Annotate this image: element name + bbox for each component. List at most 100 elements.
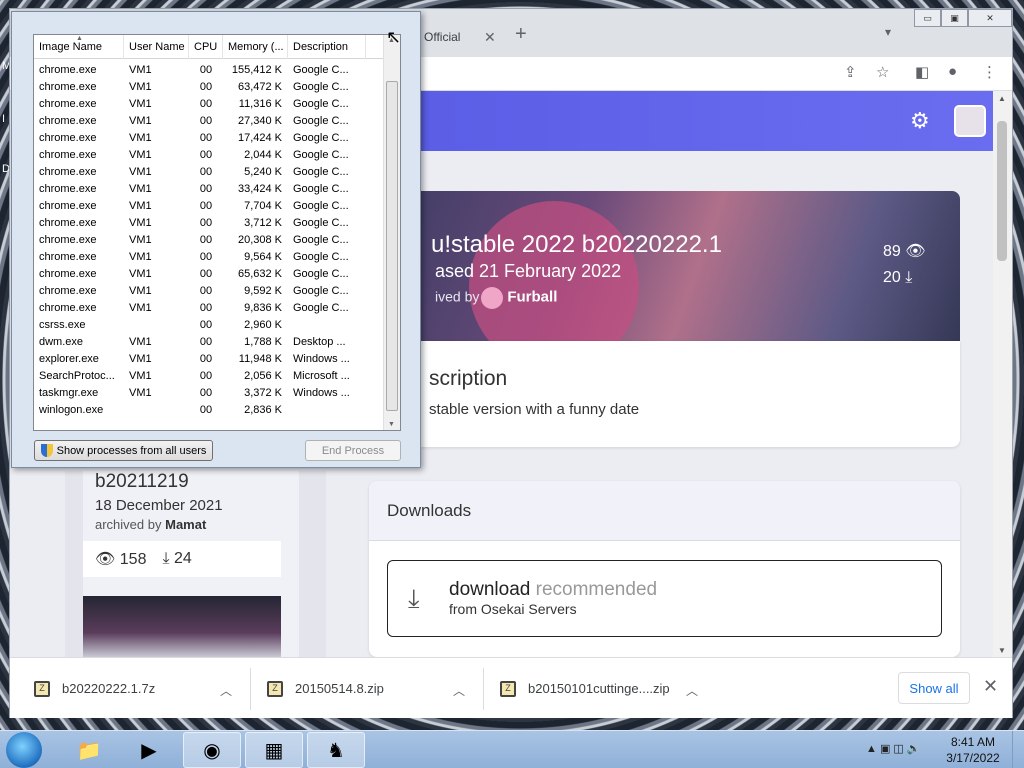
archiver-name: Mamat	[165, 517, 207, 532]
download-item[interactable]: Z b20220222.1.7z	[34, 658, 155, 719]
end-process-button[interactable]: End Process	[305, 440, 401, 461]
process-cell: Google C...	[293, 267, 349, 280]
process-row[interactable]: chrome.exe VM1 00 3,712 K Google C...	[34, 214, 384, 231]
process-cell: Google C...	[293, 148, 349, 161]
process-cell: 00	[199, 80, 213, 93]
process-row[interactable]: chrome.exe VM1 00 5,240 K Google C...	[34, 163, 384, 180]
process-cell: 00	[199, 301, 213, 314]
start-button[interactable]	[6, 732, 42, 768]
maximize-button[interactable]: ▣	[941, 9, 968, 27]
process-row[interactable]: chrome.exe VM1 00 17,424 K Google C...	[34, 129, 384, 146]
process-row[interactable]: chrome.exe VM1 00 155,412 K Google C...	[34, 61, 384, 78]
process-rows: chrome.exe VM1 00 155,412 K Google C... chrom…	[34, 61, 384, 418]
process-cell: Desktop ...	[293, 335, 346, 348]
clock[interactable]: 8:41 AM 3/17/2022	[940, 734, 1006, 766]
process-cell: Google C...	[293, 233, 349, 246]
page-scrollbar[interactable]: ▲ ▼	[993, 91, 1012, 657]
process-cell: VM1	[129, 335, 152, 348]
star-icon[interactable]: ☆	[876, 63, 889, 81]
divider	[483, 668, 484, 710]
minimize-button[interactable]: ▭	[914, 9, 941, 27]
column-memory[interactable]: Memory (...	[223, 35, 288, 59]
eye-icon: 👁	[905, 243, 926, 260]
close-window-button[interactable]: ✕	[968, 9, 1012, 27]
explorer-icon[interactable]: 📁	[60, 732, 118, 768]
process-cell: VM1	[129, 301, 152, 314]
download-item[interactable]: Z 20150514.8.zip	[267, 658, 384, 719]
version-card[interactable]: b20211219 18 December 2021 archived by M…	[65, 471, 326, 657]
site-header: ⚙	[420, 91, 993, 151]
menu-icon[interactable]: ⋮	[982, 63, 997, 81]
share-icon[interactable]: ⇪	[844, 63, 857, 81]
column-description[interactable]: Description	[288, 35, 366, 59]
process-row[interactable]: chrome.exe VM1 00 27,340 K Google C...	[34, 112, 384, 129]
chrome-icon[interactable]: ◉	[183, 732, 241, 768]
process-row[interactable]: dwm.exe VM1 00 1,788 K Desktop ...	[34, 333, 384, 350]
process-row[interactable]: chrome.exe VM1 00 9,592 K Google C...	[34, 282, 384, 299]
show-desktop-button[interactable]	[1012, 731, 1024, 768]
process-row[interactable]: chrome.exe VM1 00 20,308 K Google C...	[34, 231, 384, 248]
column-user-name[interactable]: User Name	[124, 35, 189, 59]
process-row[interactable]: chrome.exe VM1 00 65,632 K Google C...	[34, 265, 384, 282]
process-cell: Google C...	[293, 165, 349, 178]
process-cell: dwm.exe	[39, 335, 84, 348]
chevron-up-icon[interactable]: ︿	[220, 682, 232, 699]
chevron-up-icon[interactable]: ︿	[686, 682, 698, 699]
side-panel-icon[interactable]: ◧	[915, 63, 929, 81]
process-row[interactable]: explorer.exe VM1 00 11,948 K Windows ...	[34, 350, 384, 367]
show-all-users-button[interactable]: Show processes from all users	[34, 440, 213, 461]
tray-icons[interactable]: ▲ ▣ ◫ 🔊	[866, 742, 921, 755]
process-row[interactable]: chrome.exe VM1 00 33,424 K Google C...	[34, 180, 384, 197]
description-card: scription stable version with a funny da…	[369, 341, 960, 447]
avatar[interactable]	[954, 105, 986, 137]
tab-close-icon[interactable]: ✕	[484, 29, 496, 46]
process-row[interactable]: chrome.exe VM1 00 9,564 K Google C...	[34, 248, 384, 265]
download-button[interactable]: ⤓ download recommended from Osekai Serve…	[387, 560, 942, 637]
process-row[interactable]: chrome.exe VM1 00 63,472 K Google C...	[34, 78, 384, 95]
column-cpu[interactable]: CPU	[189, 35, 223, 59]
close-shelf-icon[interactable]: ✕	[983, 676, 998, 697]
chevron-up-icon[interactable]: ︿	[453, 682, 465, 699]
process-row[interactable]: chrome.exe VM1 00 9,836 K Google C...	[34, 299, 384, 316]
download-item[interactable]: Z b20150101cuttinge....zip	[500, 658, 670, 719]
archiver-name[interactable]: Furball	[507, 289, 557, 306]
process-cell: 2,056 K	[244, 369, 282, 382]
process-cell: 33,424 K	[237, 182, 282, 195]
process-row[interactable]: chrome.exe VM1 00 7,704 K Google C...	[34, 197, 384, 214]
eye-icon: 👁	[95, 551, 116, 568]
process-row[interactable]: chrome.exe VM1 00 11,316 K Google C...	[34, 95, 384, 112]
process-row[interactable]: chrome.exe VM1 00 2,044 K Google C...	[34, 146, 384, 163]
scroll-up-icon[interactable]: ▲	[998, 94, 1006, 103]
process-row[interactable]: taskmgr.exe VM1 00 3,372 K Windows ...	[34, 384, 384, 401]
scroll-down-icon[interactable]: ▼	[998, 646, 1006, 655]
tab-search-chevron-icon[interactable]: ▾	[885, 25, 891, 39]
process-cell: Google C...	[293, 131, 349, 144]
process-cell: VM1	[129, 165, 152, 178]
process-cell: 7,704 K	[244, 199, 282, 212]
taskbar: 📁 ▶ ◉ ▦ ♞ ▲ ▣ ◫ 🔊 8:41 AM 3/17/2022	[0, 730, 1024, 768]
scroll-thumb[interactable]	[386, 81, 398, 411]
scroll-thumb[interactable]	[997, 121, 1007, 261]
views-count: 158	[119, 551, 147, 568]
browser-tab[interactable]: Official I ✕	[408, 17, 508, 57]
new-tab-icon[interactable]: +	[515, 23, 527, 46]
gear-icon[interactable]: ⚙	[910, 108, 930, 134]
process-cell: 00	[199, 386, 213, 399]
profile-icon[interactable]: ●	[948, 63, 957, 80]
show-all-button[interactable]: Show all	[898, 672, 970, 704]
process-list-scrollbar[interactable]: ▲ ▼	[383, 35, 400, 430]
process-row[interactable]: SearchProtoc... VM1 00 2,056 K Microsoft ...	[34, 367, 384, 384]
download-filename: b20220222.1.7z	[62, 681, 156, 696]
process-row[interactable]: csrss.exe 00 2,960 K	[34, 316, 384, 333]
process-list[interactable]: ▲ Image Name User Name CPU Memory (... D…	[33, 34, 401, 431]
download-text: download	[449, 579, 531, 600]
scroll-down-icon[interactable]: ▼	[388, 421, 395, 428]
process-cell: 9,564 K	[244, 250, 282, 263]
task-manager-icon[interactable]: ▦	[245, 732, 303, 768]
chess-icon[interactable]: ♞	[307, 732, 365, 768]
process-row[interactable]: winlogon.exe 00 2,836 K	[34, 401, 384, 418]
process-cell: 00	[199, 335, 213, 348]
downloads-stat: ⤓ 24	[162, 550, 191, 568]
process-cell: 2,960 K	[244, 318, 282, 331]
media-player-icon[interactable]: ▶	[120, 732, 178, 768]
